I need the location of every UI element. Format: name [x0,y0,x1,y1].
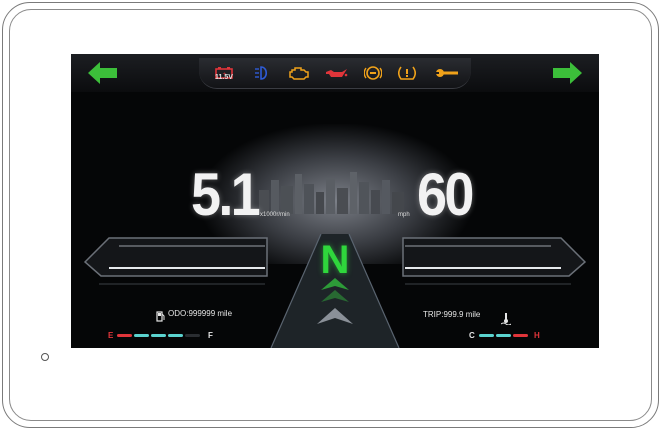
gauge-segment [513,334,528,337]
temperature-cold-label: C [469,331,475,340]
headlight-high-beam-icon [255,66,268,80]
wrench-service-icon [435,69,458,77]
fuel-full-label: F [208,331,213,340]
dashboard-screen: - + 11.5V 5.1 x1000r/min 60 mph N ODO:99… [71,54,599,348]
gear-shift-chevrons-icon [317,278,353,324]
rpm-value: 5.1 [191,161,261,228]
right-wing-graphic [402,237,587,285]
home-button[interactable] [41,353,49,361]
gauge-segment [134,334,149,337]
gauge-segment [117,334,132,337]
voltage-readout: 11.5V [215,74,233,81]
gauge-segment [496,334,511,337]
gauge-segment [479,334,494,337]
fuel-pump-icon [156,311,165,322]
trip-readout: TRIP:999.9 mile [423,310,481,319]
rpm-unit-label: x1000r/min [260,212,290,218]
fuel-empty-label: E [108,331,114,340]
odometer-readout: ODO:999999 mile [168,309,233,318]
tire-pressure-icon [398,66,416,80]
gauge-segment [151,334,166,337]
brake-warning-icon [364,66,382,80]
left-turn-arrow-icon [88,62,117,84]
gauge-segment [168,334,183,337]
city-skyline-graphic [259,172,404,214]
gauge-segment [185,334,200,337]
right-turn-arrow-icon [553,62,582,84]
gear-indicator: N [320,238,350,282]
oil-pressure-icon [326,69,348,77]
temperature-hot-label: H [534,331,540,340]
speed-unit-label: mph [398,212,410,218]
engine-check-icon [289,67,309,80]
left-wing-graphic [83,237,268,285]
indicator-bar: - + 11.5V [71,54,599,92]
coolant-temperature-icon [501,313,511,325]
speed-value: 60 [417,161,474,228]
